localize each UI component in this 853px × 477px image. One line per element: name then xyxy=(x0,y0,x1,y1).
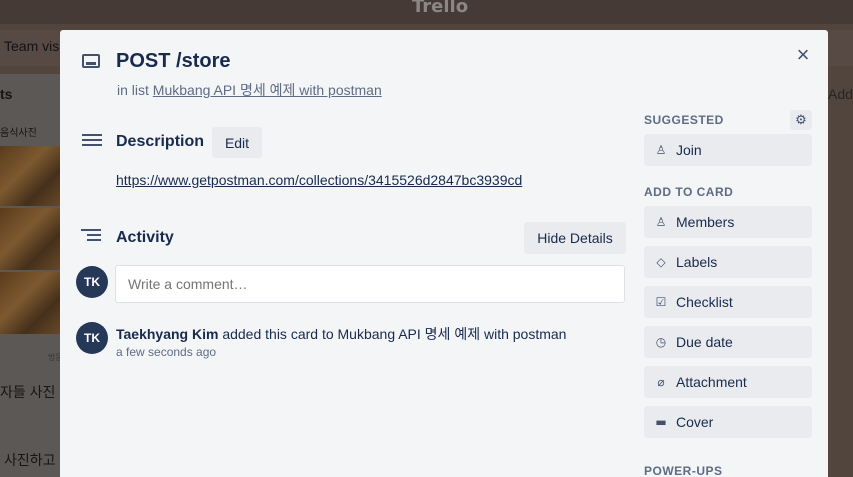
paperclip-icon: ⌀ xyxy=(657,375,665,389)
activity-action: added this card to Mukbang API 명세 예제 wit… xyxy=(222,326,567,342)
activity-title: Activity xyxy=(116,229,174,246)
checklist-label: Checklist xyxy=(676,294,733,310)
person-icon: ♙ xyxy=(655,143,667,157)
edit-description-button[interactable]: Edit xyxy=(212,127,262,158)
close-icon[interactable]: × xyxy=(792,42,814,67)
labels-label: Labels xyxy=(676,254,718,270)
checklist-icon: ☑ xyxy=(655,295,667,309)
card-detail-modal: × POST /store in list Mukbang API 명세 예제 … xyxy=(60,30,828,477)
in-list-prefix: in list xyxy=(117,82,149,98)
hide-details-button[interactable]: Hide Details xyxy=(524,222,626,254)
in-list-text: in list Mukbang API 명세 예제 with postman xyxy=(117,80,382,100)
attachment-button[interactable]: ⌀ Attachment xyxy=(644,366,812,398)
labels-button[interactable]: ◇ Labels xyxy=(644,246,812,278)
activity-icon xyxy=(81,229,103,245)
card-icon xyxy=(82,54,100,68)
person-icon: ♙ xyxy=(655,215,667,229)
join-label: Join xyxy=(676,142,702,158)
tag-icon: ◇ xyxy=(656,255,666,269)
attachment-label: Attachment xyxy=(676,374,747,390)
avatar[interactable]: TK xyxy=(76,266,108,298)
cover-label: Cover xyxy=(676,414,714,430)
activity-author[interactable]: Taekhyang Kim xyxy=(116,326,218,342)
add-to-card-heading: ADD TO CARD xyxy=(644,185,734,199)
gear-icon[interactable]: ⚙ xyxy=(790,110,812,130)
clock-icon: ◷ xyxy=(655,335,667,349)
join-button[interactable]: ♙ Join xyxy=(644,134,812,166)
card-title[interactable]: POST /store xyxy=(116,50,230,73)
due-date-button[interactable]: ◷ Due date xyxy=(644,326,812,358)
cover-icon: ▬ xyxy=(655,415,667,429)
description-icon xyxy=(82,134,102,150)
suggested-heading: SUGGESTED xyxy=(644,113,724,127)
activity-time[interactable]: a few seconds ago xyxy=(116,345,216,359)
description-title: Description xyxy=(116,133,205,150)
comment-input[interactable] xyxy=(115,265,625,303)
checklist-button[interactable]: ☑ Checklist xyxy=(644,286,812,318)
members-button[interactable]: ♙ Members xyxy=(644,206,812,238)
description-link[interactable]: https://www.getpostman.com/collections/3… xyxy=(116,172,522,188)
avatar[interactable]: TK xyxy=(76,322,108,354)
members-label: Members xyxy=(676,214,735,230)
cover-button[interactable]: ▬ Cover xyxy=(644,406,812,438)
due-date-label: Due date xyxy=(676,334,733,350)
list-link[interactable]: Mukbang API 명세 예제 with postman xyxy=(153,82,382,98)
activity-entry: Taekhyang Kim added this card to Mukbang… xyxy=(116,324,566,344)
power-ups-heading: POWER-UPS xyxy=(644,464,723,477)
